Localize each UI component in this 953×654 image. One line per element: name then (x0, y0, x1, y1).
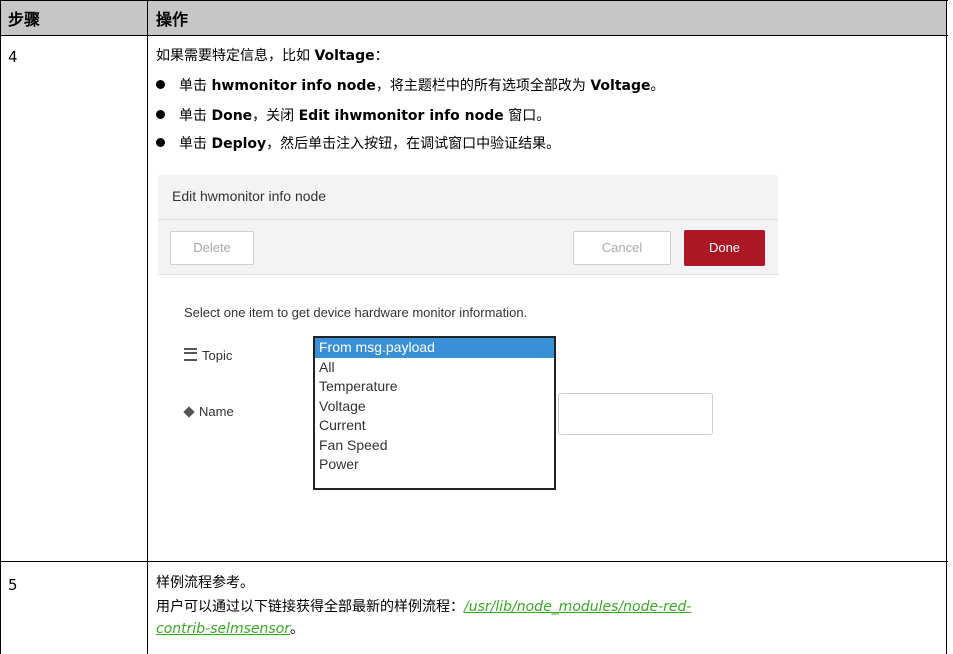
name-label: Name (183, 404, 234, 419)
delete-button[interactable]: Delete (170, 231, 254, 265)
topic-label: Topic (184, 348, 232, 363)
header-operation: 操作 (156, 10, 189, 29)
cancel-button[interactable]: Cancel (573, 231, 671, 265)
step-line: 样例流程参考。 (156, 575, 254, 591)
step-table: 步骤 操作 4 如果需要特定信息，比如 Voltage： 单击 hwmonito… (0, 0, 953, 654)
step-line: contrib-selmsensor。 (156, 621, 305, 637)
done-button[interactable]: Done (684, 230, 765, 266)
list-icon (184, 348, 197, 361)
dialog-description: Select one item to get device hardware m… (184, 305, 528, 320)
dialog-titlebar: Edit hwmonitor info node (158, 175, 778, 220)
table-column-divider (147, 0, 148, 654)
dialog-body: Select one item to get device hardware m… (158, 275, 778, 527)
edit-node-dialog-screenshot: Edit hwmonitor info node Delete Cancel D… (158, 175, 778, 527)
table-row-divider (0, 561, 948, 562)
step-line: 用户可以通过以下链接获得全部最新的样例流程：/usr/lib/node_modu… (156, 599, 692, 615)
topic-option[interactable]: Current (315, 416, 554, 436)
step-number: 5 (8, 576, 18, 594)
topic-option[interactable]: From msg.payload (315, 338, 554, 358)
tag-icon (183, 406, 195, 418)
bullet-item: 单击 Deploy，然后单击注入按钮，在调试窗口中验证结果。 (156, 134, 560, 155)
header-step: 步骤 (8, 10, 41, 29)
table-border-right (946, 0, 947, 654)
topic-option[interactable]: Fan Speed (315, 436, 554, 456)
dialog-toolbar: Delete Cancel Done (158, 220, 778, 275)
table-header-row (1, 1, 946, 35)
table-header-divider (0, 35, 948, 36)
step-intro: 如果需要特定信息，比如 Voltage： (156, 48, 389, 64)
topic-option[interactable]: Power (315, 455, 554, 475)
sample-flow-link[interactable]: /usr/lib/node_modules/node-red- (464, 599, 691, 615)
table-border-top (0, 0, 948, 1)
name-input[interactable] (558, 393, 713, 435)
topic-select-dropdown[interactable]: From msg.payload All Temperature Voltage Cur… (313, 336, 556, 490)
sample-flow-link-continued[interactable]: contrib-selmsensor (156, 621, 290, 637)
table-border-left (0, 0, 1, 654)
topic-option[interactable]: Voltage (315, 397, 554, 417)
topic-option[interactable]: All (315, 358, 554, 378)
bullet-item: 单击 Done，关闭 Edit ihwmonitor info node 窗口。 (156, 106, 550, 127)
dialog-title: Edit hwmonitor info node (172, 188, 327, 204)
bullet-item: 单击 hwmonitor info node，将主题栏中的所有选项全部改为 Vo… (156, 76, 664, 97)
topic-option[interactable]: Temperature (315, 377, 554, 397)
step-number: 4 (8, 48, 18, 66)
